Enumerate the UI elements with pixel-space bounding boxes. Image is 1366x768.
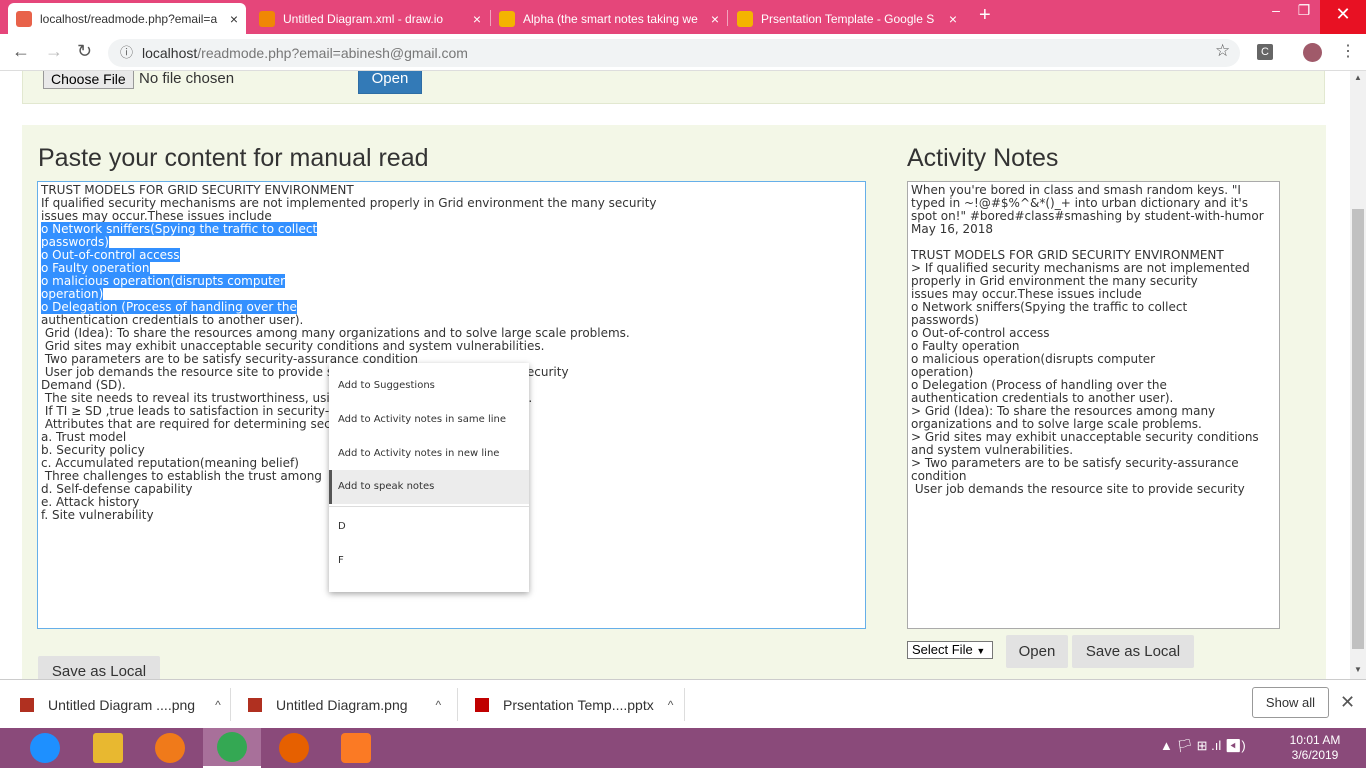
clock-date: 3/6/2019 (1291, 748, 1339, 762)
selected-text: o Network sniffers(Spying the traffic to… (41, 222, 318, 236)
download-separator (457, 688, 458, 721)
favicon-icon (499, 10, 515, 27)
reload-icon[interactable]: ↻ (77, 41, 92, 62)
forward-icon[interactable]: → (45, 41, 63, 62)
close-tab-icon[interactable]: × (473, 11, 481, 27)
download-item[interactable]: Prsentation Temp....pptx ^ (475, 680, 673, 729)
scroll-down-icon[interactable]: ▼ (1354, 665, 1362, 674)
selected-text: o Out-of-control access (41, 248, 180, 262)
favicon-icon (16, 10, 32, 27)
clock-time: 10:01 AM (1289, 733, 1341, 747)
info-icon[interactable]: ⓘ (120, 39, 133, 67)
close-window-button[interactable]: ✕ (1320, 0, 1366, 34)
tab-alpha[interactable]: Alpha (the smart notes taking we × (491, 3, 727, 34)
download-name: Untitled Diagram.png (276, 696, 408, 713)
tab-title: Untitled Diagram.xml - draw.io (283, 11, 444, 26)
scrollbar-thumb[interactable] (1352, 209, 1364, 649)
firefox-taskbar-icon[interactable] (265, 728, 323, 768)
menu-item-activity-new-line[interactable]: Add to Activity notes in new line (329, 448, 529, 459)
tab-title: Alpha (the smart notes taking we (523, 11, 698, 26)
chevron-up-icon[interactable]: ^ (215, 698, 221, 712)
selected-text: operation) (41, 287, 104, 301)
notes-open-button[interactable]: Open (1006, 635, 1068, 668)
selected-text: o Delegation (Process of handling over t… (41, 300, 297, 314)
select-file-label: Select File (912, 642, 973, 657)
chevron-up-icon[interactable]: ^ (436, 698, 442, 712)
address-bar[interactable]: ⓘ localhost/readmode.php?email=abinesh@g… (108, 39, 1240, 67)
save-local-button-right[interactable]: Save as Local (1072, 635, 1194, 668)
tab-readmode[interactable]: localhost/readmode.php?email=a × (8, 3, 246, 34)
toolbar: ← → ↻ ⓘ localhost/readmode.php?email=abi… (0, 34, 1366, 71)
minimize-button[interactable]: – (1262, 2, 1290, 18)
menu-icon[interactable]: ⋮ (1340, 41, 1356, 61)
taskbar: ▲ 🏳 ⊞ .ıl ◀) 10:01 AM 3/6/2019 (0, 728, 1366, 768)
selected-text: o Faulty operation (41, 261, 150, 275)
chrome-taskbar-icon[interactable] (203, 728, 261, 768)
image-file-icon (20, 697, 34, 712)
choose-file-button[interactable]: Choose File (43, 71, 134, 89)
activity-notes-textarea[interactable]: When you're bored in class and smash ran… (907, 181, 1280, 629)
context-menu: Add to Suggestions Add to Activity notes… (329, 363, 529, 592)
url-host: localhost (142, 45, 198, 61)
close-tab-icon[interactable]: × (711, 11, 719, 27)
content-line-selected: o malicious operation(disrupts computer (41, 274, 862, 288)
explorer-taskbar-icon[interactable] (79, 728, 137, 768)
menu-item-activity-same-line[interactable]: Add to Activity notes in same line (329, 414, 529, 425)
download-item[interactable]: Untitled Diagram.png ^ (248, 680, 441, 729)
chevron-up-icon[interactable]: ^ (668, 698, 674, 712)
activity-notes-heading: Activity Notes (907, 144, 1059, 172)
download-bar: Untitled Diagram ....png ^ Untitled Diag… (0, 679, 1366, 728)
tab-title: localhost/readmode.php?email=a (40, 11, 218, 26)
profile-avatar[interactable] (1303, 43, 1322, 62)
show-all-button[interactable]: Show all (1252, 687, 1329, 718)
xampp-taskbar-icon[interactable] (327, 728, 385, 768)
download-item[interactable]: Untitled Diagram ....png ^ (20, 680, 221, 729)
uc-browser-taskbar-icon[interactable] (141, 728, 199, 768)
download-name: Untitled Diagram ....png (48, 696, 196, 713)
system-tray[interactable]: ▲ 🏳 ⊞ .ıl ◀) (1160, 738, 1246, 754)
extension-icon[interactable]: C (1257, 44, 1273, 60)
menu-item-f[interactable]: F (329, 555, 529, 566)
clock[interactable]: 10:01 AM 3/6/2019 (1280, 733, 1350, 763)
download-separator (230, 688, 231, 721)
open-button[interactable]: Open (358, 71, 422, 94)
bookmark-star-icon[interactable]: ☆ (1215, 41, 1230, 61)
tab-separator (727, 10, 728, 26)
download-separator (684, 688, 685, 721)
new-tab-button[interactable]: + (979, 4, 991, 27)
menu-item-d[interactable]: D (329, 521, 529, 532)
content-line-selected: o Out-of-control access (41, 248, 862, 262)
close-download-bar-icon[interactable]: ✕ (1340, 692, 1355, 713)
tab-strip: localhost/readmode.php?email=a × Untitle… (0, 0, 1366, 34)
dropdown-arrow-icon: ▼ (976, 646, 986, 656)
manual-read-heading: Paste your content for manual read (38, 144, 429, 172)
menu-divider (329, 506, 529, 507)
selected-text: o malicious operation(disrupts computer (41, 274, 286, 288)
tab-drawio[interactable]: Untitled Diagram.xml - draw.io × (251, 3, 489, 34)
pptx-file-icon (475, 697, 489, 712)
scroll-up-icon[interactable]: ▲ (1354, 73, 1362, 82)
notes-line: User job demands the resource site to pr… (911, 482, 1245, 496)
notes-line: May 16, 2018 (911, 222, 994, 236)
selected-text: passwords) (41, 235, 109, 249)
favicon-icon (737, 10, 753, 27)
content-line-selected: o Network sniffers(Spying the traffic to… (41, 222, 862, 236)
select-file-dropdown[interactable]: Select File ▼ (907, 641, 993, 659)
menu-item-add-suggestions[interactable]: Add to Suggestions (329, 380, 529, 391)
restore-button[interactable]: ❐ (1290, 2, 1318, 19)
tab-title: Prsentation Template - Google S (761, 11, 935, 26)
close-tab-icon[interactable]: × (949, 11, 957, 27)
no-file-label: No file chosen (139, 71, 235, 87)
page-scrollbar[interactable]: ▲ ▼ (1350, 71, 1366, 679)
ie-taskbar-icon[interactable] (16, 728, 74, 768)
close-tab-icon[interactable]: × (230, 11, 238, 27)
tab-presentation[interactable]: Prsentation Template - Google S × (729, 3, 965, 34)
url-path: /readmode.php?email=abinesh@gmail.com (197, 45, 468, 61)
menu-item-speak-notes[interactable]: Add to speak notes (329, 470, 529, 504)
image-file-icon (248, 697, 262, 712)
back-icon[interactable]: ← (12, 41, 30, 62)
download-name: Prsentation Temp....pptx (503, 696, 654, 713)
favicon-icon (259, 10, 275, 27)
